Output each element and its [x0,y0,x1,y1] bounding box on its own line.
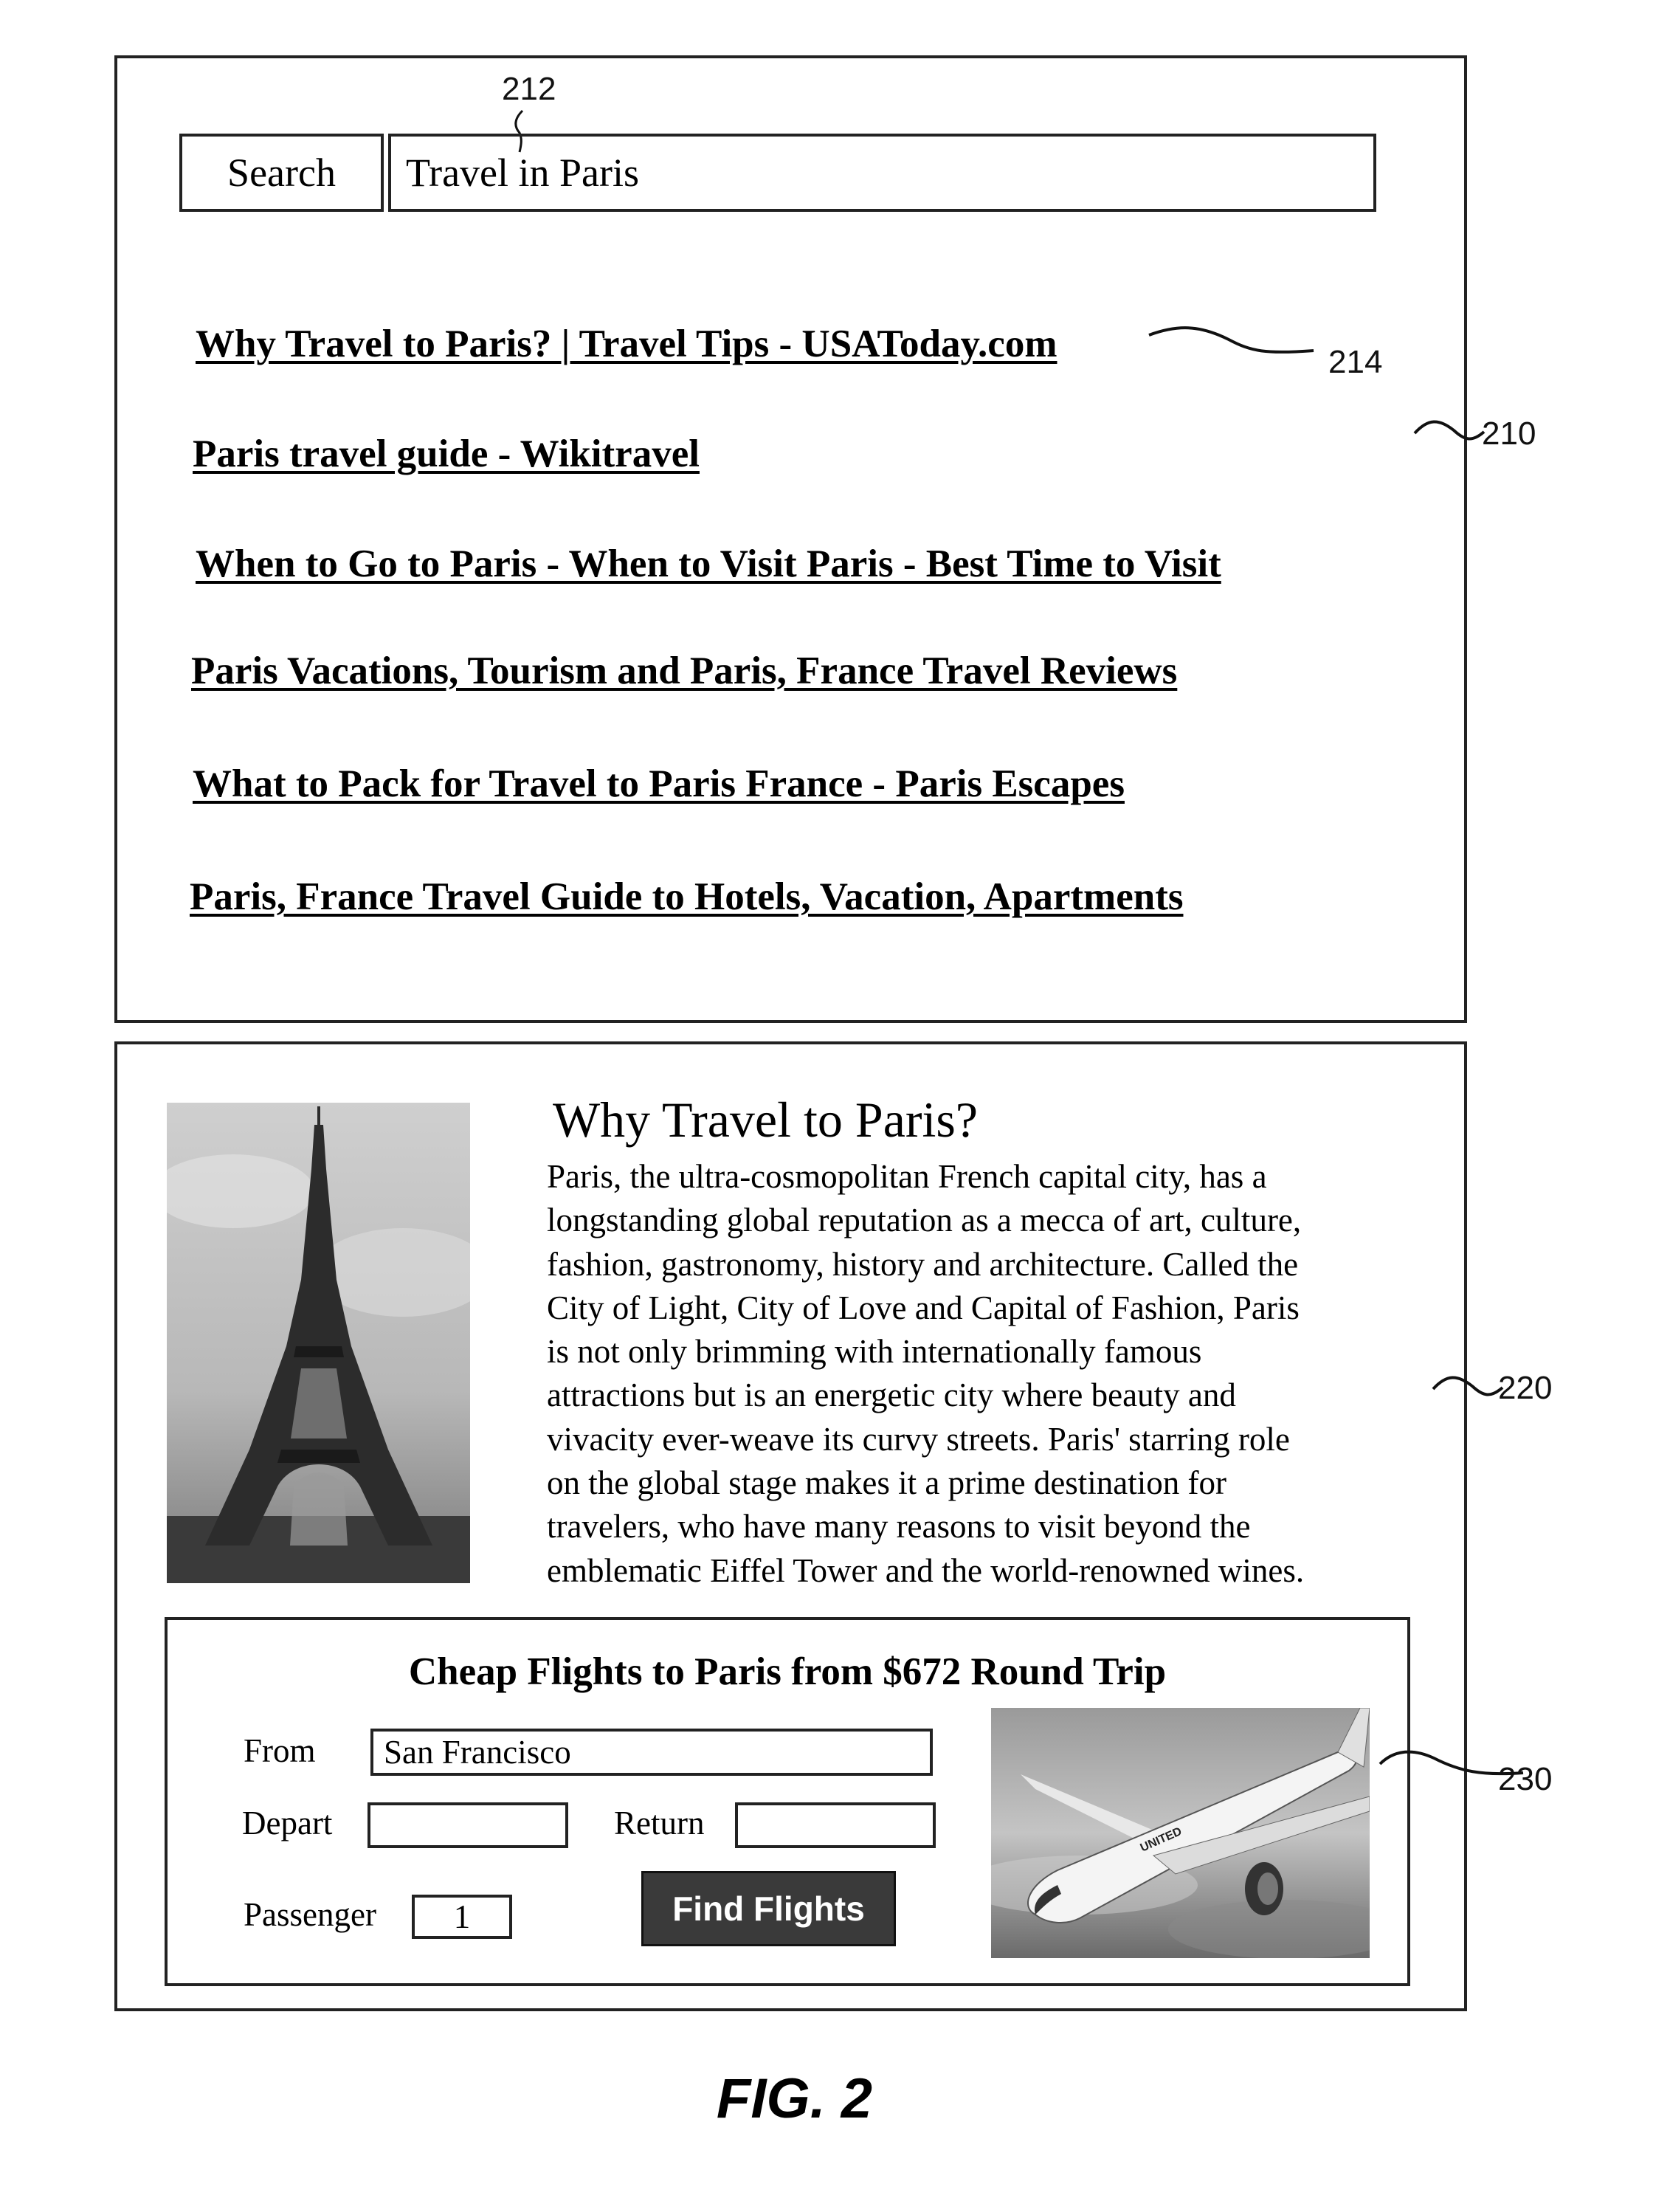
return-label: Return [614,1805,705,1841]
article-line: longstanding global reputation as a mecc… [547,1202,1302,1239]
article-line: fashion, gastronomy, history and archite… [547,1245,1299,1283]
article-line: City of Light, City of Love and Capital … [547,1289,1300,1326]
article-line: travelers, who have many reasons to visi… [547,1508,1251,1546]
leader-line-220 [1432,1376,1504,1396]
search-button[interactable]: Search [179,134,384,212]
article-line: attractions but is an energetic city whe… [547,1377,1236,1414]
eiffel-tower-icon [167,1103,470,1583]
search-input[interactable]: Travel in Paris [388,134,1376,212]
passenger-label: Passenger [244,1896,376,1933]
article-title: Why Travel to Paris? [553,1092,979,1148]
ref-label-214: 214 [1328,344,1383,380]
search-button-label: Search [227,151,336,195]
article-line: Paris, the ultra-cosmopolitan French cap… [547,1158,1267,1195]
leader-line-210 [1413,420,1486,441]
flights-title: Cheap Flights to Paris from $672 Round T… [408,1650,1167,1693]
article-body: Paris, the ultra-cosmopolitan French cap… [547,1155,1432,1593]
figure-caption: FIG. 2 [716,2067,873,2130]
result-link-4[interactable]: Paris Vacations, Tourism and Paris, Fran… [191,649,1177,693]
eiffel-tower-image [167,1103,470,1583]
search-input-value: Travel in Paris [406,151,640,195]
passenger-input-value: 1 [453,1898,471,1935]
from-label: From [244,1732,316,1769]
ref-label-220: 220 [1498,1370,1553,1406]
article-line: is not only brimming with internationall… [547,1333,1202,1371]
leader-line-214 [1148,326,1314,354]
find-flights-button-label: Find Flights [672,1889,865,1928]
from-input[interactable]: San Francisco [370,1729,933,1776]
from-input-value: San Francisco [384,1734,571,1771]
article-line: emblematic Eiffel Tower and the world-re… [547,1551,1305,1589]
result-link-6[interactable]: Paris, France Travel Guide to Hotels, Va… [190,875,1183,919]
find-flights-button[interactable]: Find Flights [641,1871,896,1946]
return-input[interactable] [735,1802,936,1848]
depart-label: Depart [242,1805,333,1841]
result-link-1[interactable]: Why Travel to Paris? | Travel Tips - USA… [196,322,1057,366]
ref-label-212: 212 [502,71,556,107]
airplane-icon: UNITED [991,1708,1370,1958]
result-link-2[interactable]: Paris travel guide - Wikitravel [193,432,700,476]
article-line: on the global stage makes it a prime des… [547,1464,1227,1502]
result-link-5[interactable]: What to Pack for Travel to Paris France … [193,762,1125,806]
airplane-image: UNITED [991,1708,1370,1958]
depart-input[interactable] [368,1802,568,1848]
ref-label-230: 230 [1498,1761,1553,1797]
ref-label-210: 210 [1482,416,1536,452]
article-line: vivacity ever-weave its curvy streets. P… [547,1420,1290,1458]
result-link-3[interactable]: When to Go to Paris - When to Visit Pari… [196,542,1221,586]
passenger-input[interactable]: 1 [412,1895,512,1939]
